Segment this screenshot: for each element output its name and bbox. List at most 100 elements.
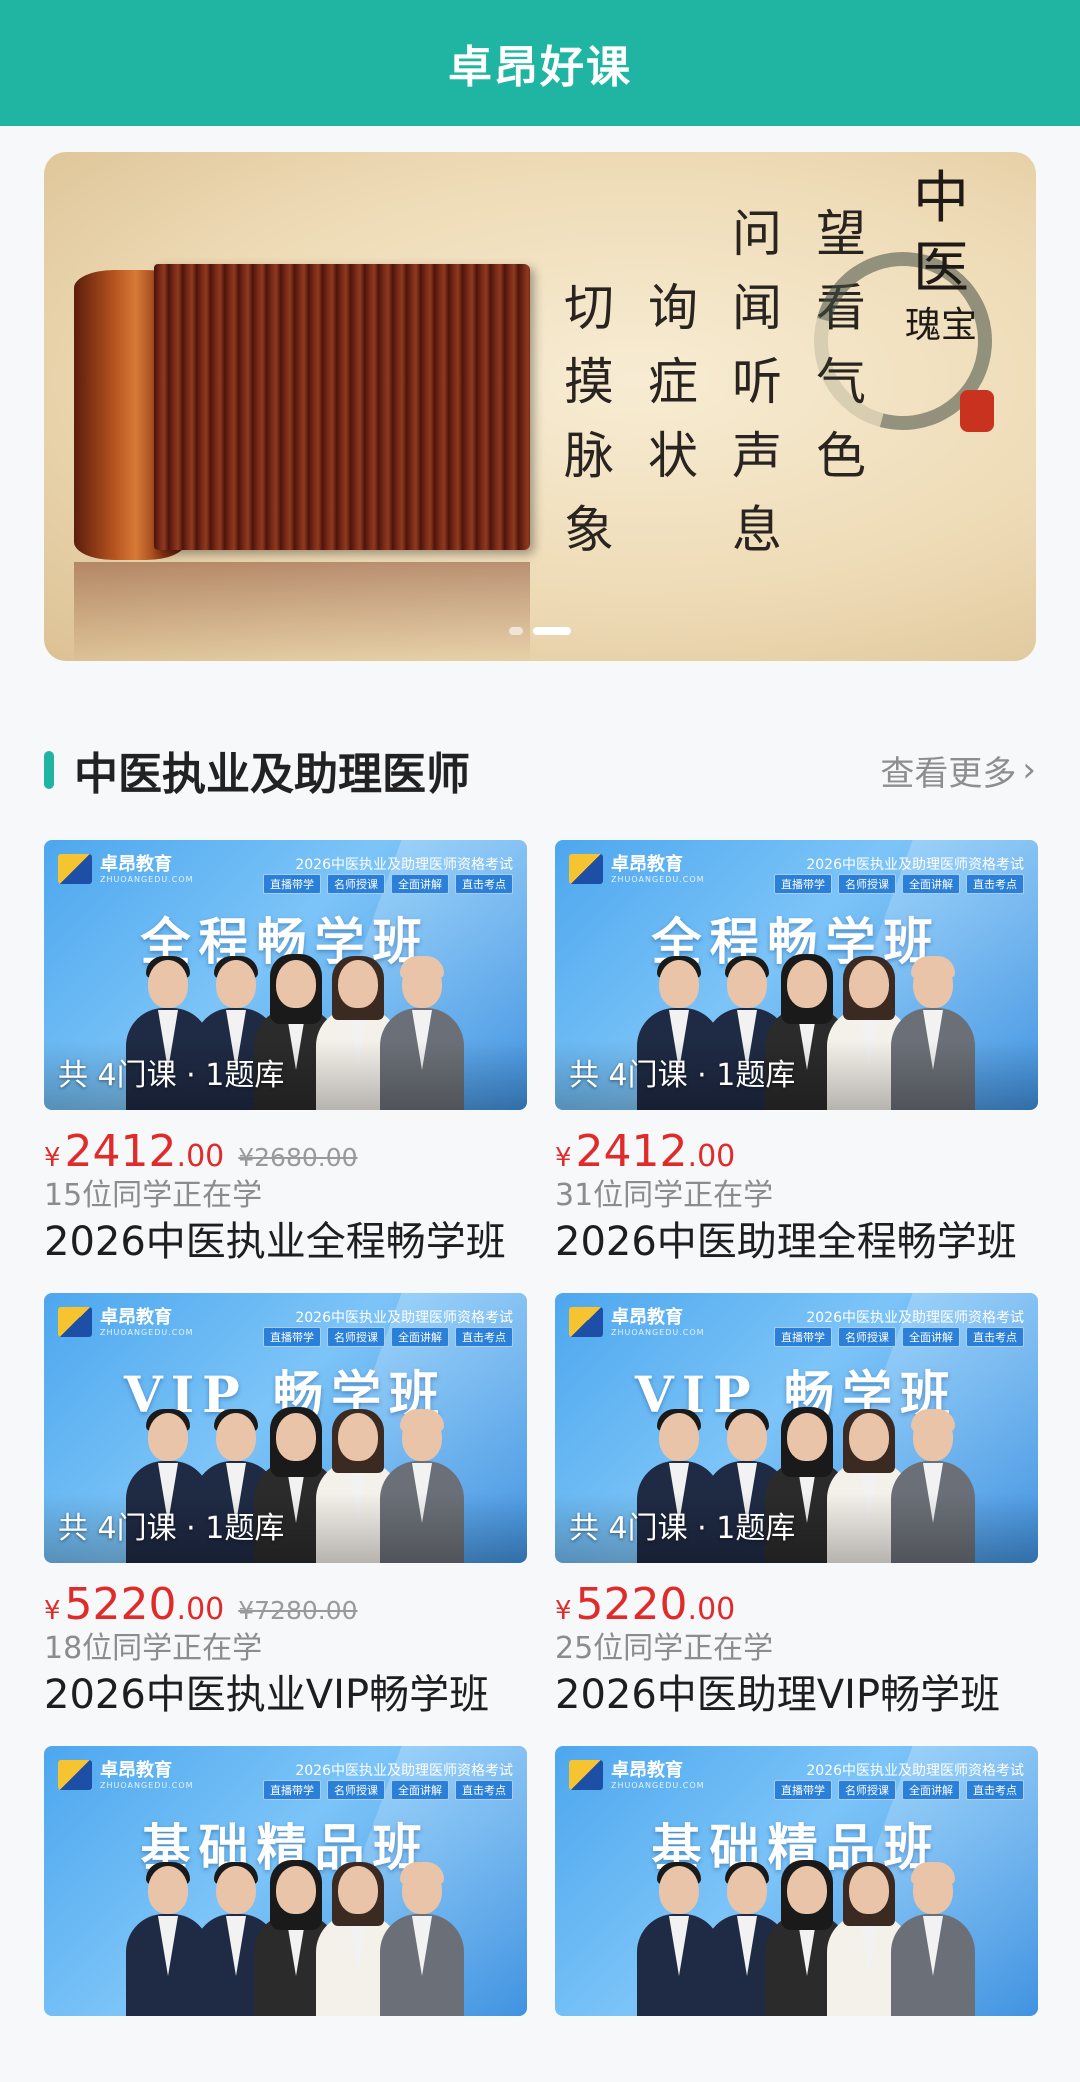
feature-tag: 直播带学 — [263, 874, 321, 894]
calligraphy-column: 切摸脉象 — [564, 197, 614, 567]
brand-sub: ZHUOANGEDU.COM — [611, 1780, 705, 1790]
brand-name: 卓昂教育 — [611, 853, 683, 875]
brand-logo: 卓昂教育 ZHUOANGEDU.COM — [569, 854, 705, 884]
course-card[interactable]: 卓昂教育 ZHUOANGEDU.COM 2026中医执业及助理医师资格考试 直播… — [44, 1746, 527, 2082]
feature-tag: 名师授课 — [327, 874, 385, 894]
feature-tags: 直播带学 名师授课 全面讲解 直击考点 — [774, 874, 1024, 894]
course-title[interactable]: 2026中医执业全程畅学班 — [44, 1216, 527, 1268]
calligraphy-char: 望 — [816, 205, 866, 263]
calligraphy-char: 问 — [732, 205, 782, 263]
brand-logo-icon — [569, 1307, 603, 1337]
section-accent-bar — [44, 751, 54, 789]
calligraphy-char: 切 — [564, 279, 614, 337]
teacher-figure — [891, 1862, 975, 2016]
course-thumbnail[interactable]: 卓昂教育 ZHUOANGEDU.COM 2026中医执业及助理医师资格考试 直播… — [555, 840, 1038, 1110]
price-row — [555, 2032, 1038, 2078]
brand-logo: 卓昂教育 ZHUOANGEDU.COM — [58, 854, 194, 884]
course-thumbnail[interactable]: 卓昂教育 ZHUOANGEDU.COM 2026中医执业及助理医师资格考试 直播… — [555, 1293, 1038, 1563]
teacher-figure — [380, 1862, 464, 2016]
feature-tags: 直播带学 名师授课 全面讲解 直击考点 — [263, 874, 513, 894]
section-title: 中医执业及助理医师 — [74, 749, 470, 800]
brand-sub: ZHUOANGEDU.COM — [100, 1780, 194, 1790]
teacher-face — [727, 960, 767, 1008]
course-thumbnail[interactable]: 卓昂教育 ZHUOANGEDU.COM 2026中医执业及助理医师资格考试 直播… — [44, 840, 527, 1110]
view-more-link[interactable]: 查看更多 › — [880, 746, 1036, 795]
brand-logo-icon — [58, 854, 92, 884]
teacher-face — [849, 1413, 889, 1461]
teacher-face — [727, 1413, 767, 1461]
price-row: ¥ 2412 .00 ¥2680.00 — [44, 1126, 527, 1177]
course-card[interactable]: 卓昂教育 ZHUOANGEDU.COM 2026中医执业及助理医师资格考试 直播… — [555, 1746, 1038, 2082]
teacher-face — [659, 1413, 699, 1461]
exam-title: 2026中医执业及助理医师资格考试 — [295, 857, 513, 873]
price-decimal: .00 — [176, 1139, 225, 1174]
feature-tag: 直击考点 — [966, 874, 1024, 894]
teacher-face — [148, 960, 188, 1008]
calligraphy-char: 闻 — [732, 279, 782, 337]
feature-tags: 直播带学 名师授课 全面讲解 直击考点 — [263, 1780, 513, 1800]
teacher-face — [216, 1413, 256, 1461]
section-header: 中医执业及助理医师 查看更多 › — [44, 740, 1036, 800]
teacher-face — [338, 1413, 378, 1461]
teacher-face — [216, 1866, 256, 1914]
currency-symbol: ¥ — [555, 1596, 572, 1626]
calligraphy-char: 听 — [732, 353, 782, 411]
calligraphy-char: 摸 — [564, 353, 614, 411]
calligraphy-column: 问闻听声息 — [732, 197, 782, 567]
carousel-indicator — [44, 627, 1036, 635]
calligraphy-char: 状 — [648, 427, 698, 485]
original-price: ¥2680.00 — [238, 1143, 358, 1172]
course-card[interactable]: 卓昂教育 ZHUOANGEDU.COM 2026中医执业及助理医师资格考试 直播… — [44, 840, 527, 1268]
feature-tag: 名师授课 — [838, 874, 896, 894]
price-integer: 5220 — [64, 1579, 177, 1630]
teachers-photo — [555, 1860, 1038, 2016]
course-card[interactable]: 卓昂教育 ZHUOANGEDU.COM 2026中医执业及助理医师资格考试 直播… — [44, 1293, 527, 1721]
feature-tag: 直击考点 — [966, 1327, 1024, 1347]
teacher-face — [659, 1866, 699, 1914]
teacher-face — [338, 1866, 378, 1914]
price-decimal: .00 — [176, 1592, 225, 1627]
teacher-face — [659, 960, 699, 1008]
feature-tag: 直播带学 — [263, 1327, 321, 1347]
teacher-face — [148, 1866, 188, 1914]
brand-logo-icon — [569, 854, 603, 884]
teacher-face — [276, 960, 316, 1008]
currency-symbol: ¥ — [44, 1596, 61, 1626]
teacher-face — [276, 1413, 316, 1461]
price-decimal: .00 — [687, 1592, 736, 1627]
price-row: ¥ 5220 .00 — [555, 1579, 1038, 1630]
calligraphy-char: 声 — [732, 427, 782, 485]
currency-symbol: ¥ — [555, 1143, 572, 1173]
course-title[interactable]: 2026中医助理VIP畅学班 — [555, 1669, 1038, 1721]
exam-title: 2026中医执业及助理医师资格考试 — [806, 857, 1024, 873]
exam-title: 2026中医执业及助理医师资格考试 — [295, 1763, 513, 1779]
brand-logo-icon — [58, 1307, 92, 1337]
teacher-face — [216, 960, 256, 1008]
teacher-face — [849, 960, 889, 1008]
course-thumbnail[interactable]: 卓昂教育 ZHUOANGEDU.COM 2026中医执业及助理医师资格考试 直播… — [555, 1746, 1038, 2016]
course-card[interactable]: 卓昂教育 ZHUOANGEDU.COM 2026中医执业及助理医师资格考试 直播… — [555, 840, 1038, 1268]
brand-name: 卓昂教育 — [611, 1306, 683, 1328]
carousel-dot[interactable] — [533, 627, 571, 635]
teacher-face — [402, 960, 442, 1008]
page-title: 卓昂好课 — [448, 42, 632, 93]
course-thumbnail[interactable]: 卓昂教育 ZHUOANGEDU.COM 2026中医执业及助理医师资格考试 直播… — [44, 1746, 527, 2016]
teacher-face — [338, 960, 378, 1008]
feature-tag: 名师授课 — [327, 1780, 385, 1800]
learner-count: 25位同学正在学 — [555, 1631, 774, 1666]
course-count: 共 4门课 · 1题库 — [569, 1058, 796, 1093]
teacher-face — [727, 1866, 767, 1914]
section-title-group: 中医执业及助理医师 — [44, 738, 470, 802]
feature-tag: 直播带学 — [774, 1780, 832, 1800]
learner-count: 18位同学正在学 — [44, 1631, 263, 1666]
carousel-dot[interactable] — [509, 627, 523, 635]
course-title[interactable]: 2026中医执业VIP畅学班 — [44, 1669, 527, 1721]
course-title[interactable]: 2026中医助理全程畅学班 — [555, 1216, 1038, 1268]
feature-tag: 直播带学 — [263, 1780, 321, 1800]
calligraphy-char: 息 — [732, 501, 782, 559]
banner-carousel[interactable]: 望看气色问闻听声息询症状切摸脉象 中医 瑰宝 — [44, 152, 1036, 661]
price-row — [44, 2032, 527, 2078]
course-card[interactable]: 卓昂教育 ZHUOANGEDU.COM 2026中医执业及助理医师资格考试 直播… — [555, 1293, 1038, 1721]
calligraphy-text: 望看气色问闻听声息询症状切摸脉象 — [564, 197, 866, 567]
course-thumbnail[interactable]: 卓昂教育 ZHUOANGEDU.COM 2026中医执业及助理医师资格考试 直播… — [44, 1293, 527, 1563]
